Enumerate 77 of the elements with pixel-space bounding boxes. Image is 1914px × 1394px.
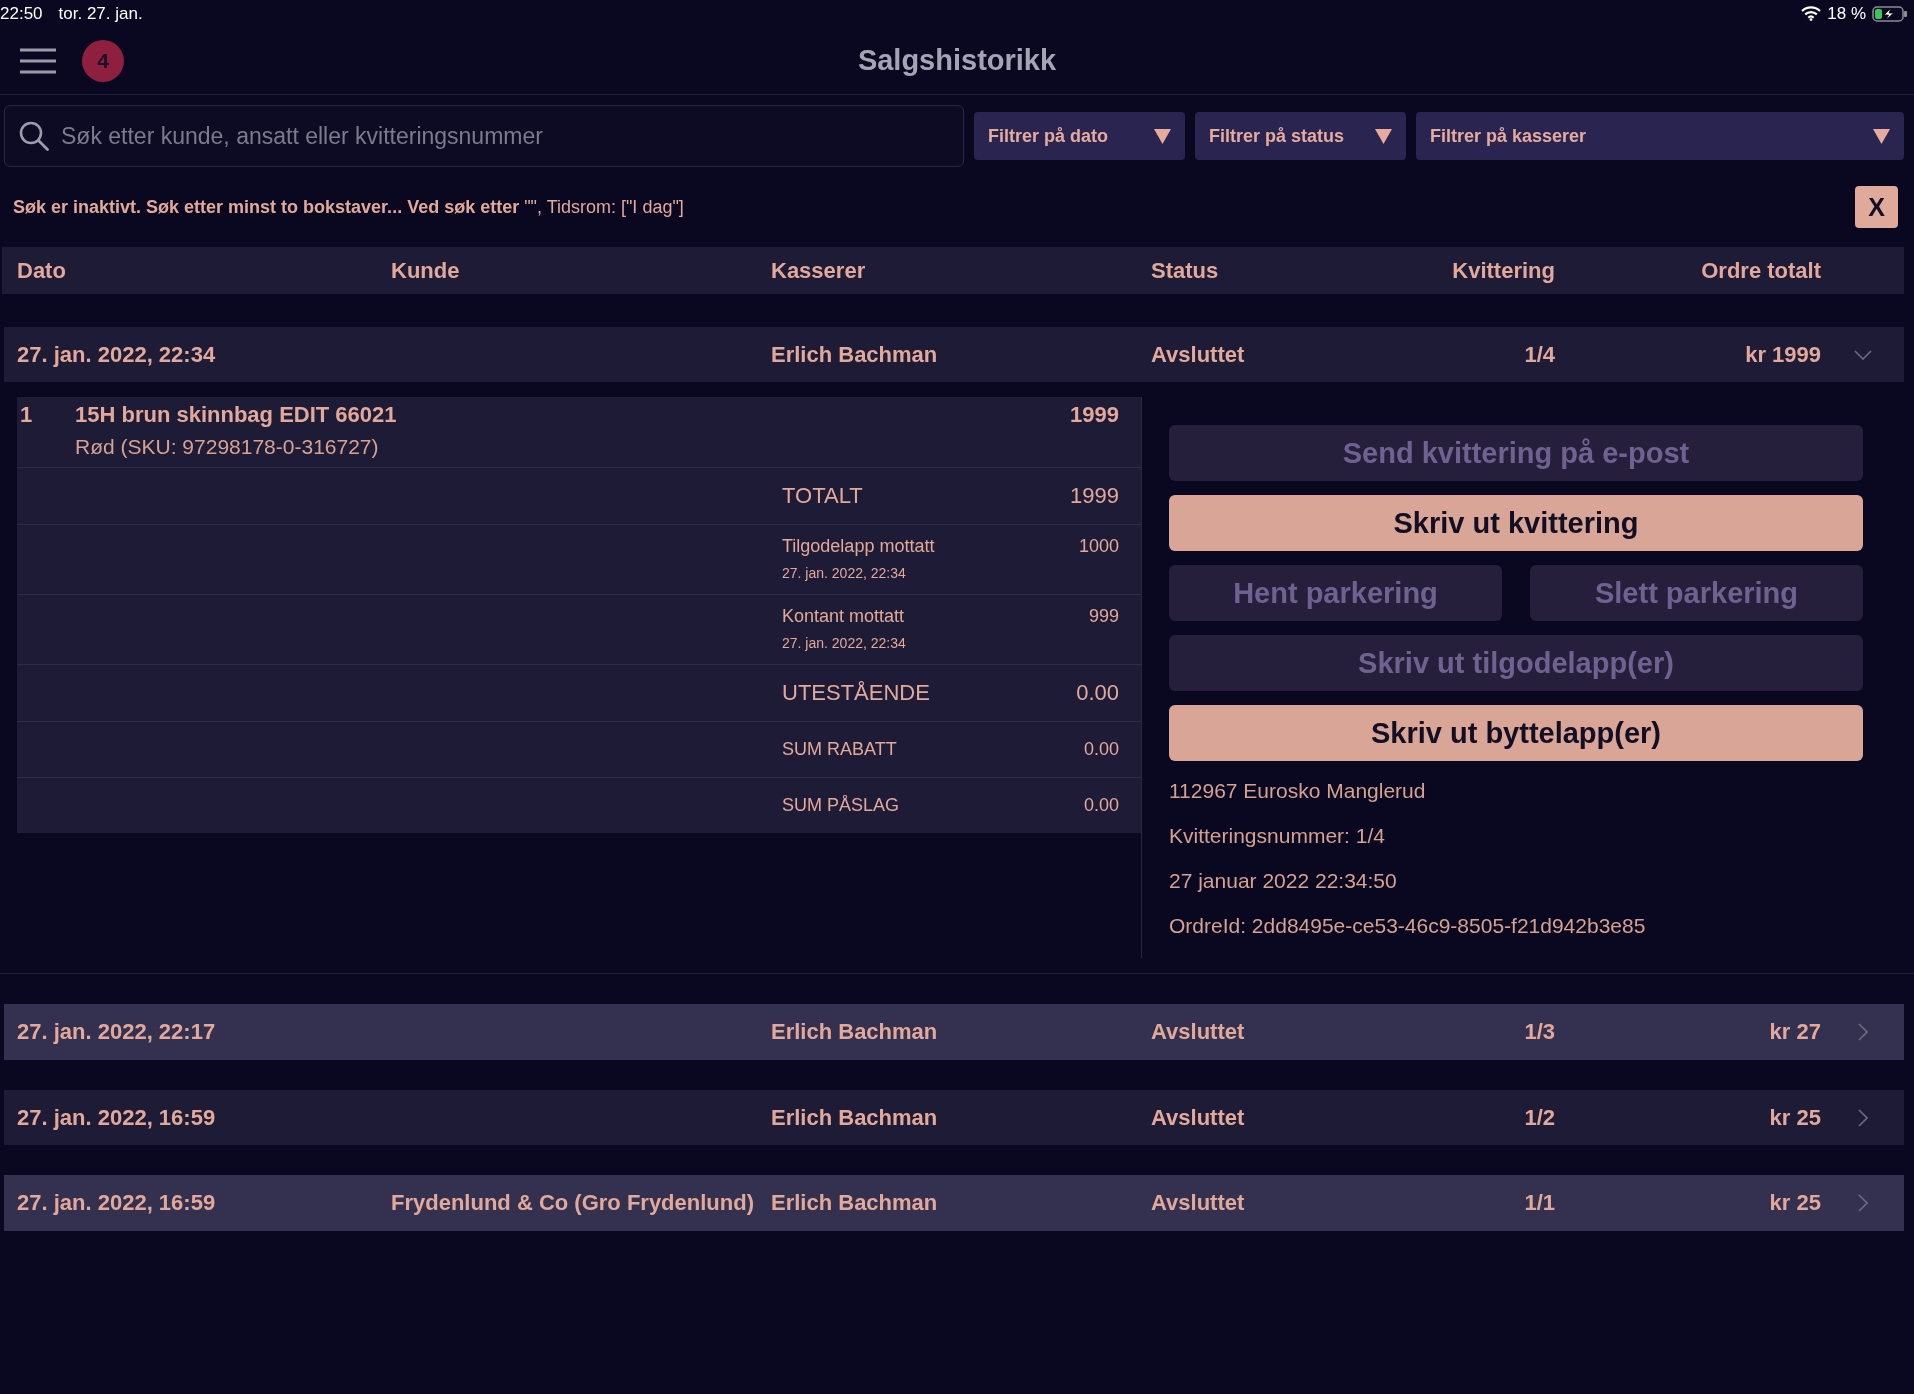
receipt-info-text: Kvitteringsnummer: 1/4 [1169, 823, 1386, 849]
summary-value: 999 [1088, 606, 1119, 627]
table-cell-text: Erlich Bachman [771, 341, 939, 368]
receipt-action-button[interactable]: Skriv ut byttelapp(er) [1169, 705, 1863, 761]
table-cell-text: 1/2 [1523, 1104, 1555, 1131]
item-quantity: 1 [20, 401, 34, 429]
battery-percentage: 18 % [1827, 3, 1866, 24]
close-button[interactable]: X [1855, 186, 1898, 228]
table-cell-text: kr 25 [1768, 1190, 1821, 1216]
chevron-right-icon[interactable] [1857, 1108, 1868, 1127]
receipt-info-text: 27 januar 2022 22:34:50 [1169, 868, 1398, 894]
summary-label: TOTALT [782, 483, 864, 509]
column-header: Ordre totalt [1700, 257, 1821, 284]
table-cell-text: Erlich Bachman [771, 1019, 939, 1045]
table-cell-text: 27. jan. 2022, 16:59 [17, 1190, 217, 1216]
table-cell-text: Avsluttet [1151, 1019, 1246, 1045]
table-row[interactable]: 27. jan. 2022, 16:59 Erlich Bachman Avsluttet 1/2 kr 25 [4, 1090, 1904, 1145]
column-header: Kvittering [1451, 257, 1555, 284]
filter-dropdown[interactable]: Filtrer på kasserer [1416, 112, 1904, 160]
payment-date: 27. jan. 2022, 22:34 [782, 635, 907, 651]
menu-icon[interactable] [20, 47, 56, 74]
chevron-right-icon[interactable] [1857, 1023, 1868, 1041]
column-header: Dato [17, 257, 67, 284]
summary-label: Tilgodelapp mottatt [782, 536, 936, 557]
table-row[interactable]: 27. jan. 2022, 22:17 Erlich Bachman Avsluttet 1/3 kr 27 [4, 1004, 1904, 1060]
search-icon [19, 121, 49, 151]
column-header: Kasserer [771, 257, 867, 284]
table-cell-text: kr 25 [1768, 1104, 1821, 1131]
summary-label: Kontant mottatt [782, 606, 906, 627]
table-cell-text: Erlich Bachman [771, 1104, 939, 1131]
summary-value: 1000 [1078, 536, 1119, 557]
payment-date: 27. jan. 2022, 22:34 [782, 565, 907, 581]
dropdown-triangle-icon [1154, 128, 1171, 144]
search-field[interactable]: Søk etter kunde, ansatt eller kvitteringsnummer [4, 105, 964, 167]
table-cell-text: Avsluttet [1151, 1104, 1246, 1131]
table-cell-text: 1/4 [1523, 341, 1555, 368]
status-time: 22:50 [0, 3, 43, 24]
receipt-action-button[interactable]: Skriv ut kvittering [1169, 495, 1863, 551]
table-cell-text: 27. jan. 2022, 16:59 [17, 1104, 217, 1131]
dropdown-triangle-icon [1873, 128, 1890, 144]
notification-badge: 4 [82, 39, 124, 82]
summary-value: 1999 [1070, 483, 1119, 509]
summary-value: 0.00 [1083, 795, 1119, 816]
summary-label: SUM PÅSLAG [782, 795, 901, 816]
table-cell-text: Erlich Bachman [771, 1190, 939, 1216]
table-cell-text: kr 27 [1768, 1019, 1821, 1045]
search-status-message: Søk er inaktivt. Søk etter minst to bokstaver... Ved søk etter "", Tidsrom: ["I dag"] [13, 196, 684, 218]
table-row[interactable]: 27. jan. 2022, 22:34 Erlich Bachman Avsluttet 1/4 kr 1999 [4, 327, 1904, 382]
table-cell-text: 1/1 [1523, 1190, 1555, 1216]
filter-dropdown[interactable]: Filtrer på dato [974, 112, 1185, 160]
table-cell-text: Avsluttet [1151, 341, 1246, 368]
summary-value: 0.00 [1076, 680, 1119, 706]
dropdown-triangle-icon [1375, 128, 1392, 144]
chevron-right-icon[interactable] [1857, 1194, 1868, 1212]
table-cell-text: 27. jan. 2022, 22:17 [17, 1019, 217, 1045]
status-date: tor. 27. jan. [58, 3, 143, 24]
table-cell-text: kr 1999 [1744, 341, 1821, 368]
summary-label: SUM RABATT [782, 739, 898, 760]
receipt-info-text: 112967 Eurosko Manglerud [1169, 778, 1427, 804]
table-cell-text: Frydenlund & Co (Gro Frydenlund) [391, 1190, 755, 1216]
item-variant: Rød (SKU: 97298178-0-316727) [75, 434, 380, 460]
chevron-down-icon[interactable] [1853, 349, 1872, 360]
table-cell-text: 27. jan. 2022, 22:34 [17, 341, 217, 368]
summary-label: UTESTÅENDE [782, 680, 931, 706]
table-row[interactable]: 27. jan. 2022, 16:59 Frydenlund & Co (Gro Frydenlund) Erlich Bachman Avsluttet 1/1 kr 25 [4, 1175, 1904, 1231]
summary-value: 0.00 [1083, 739, 1119, 760]
page-title: Salgshistorikk [857, 44, 1057, 77]
table-cell-text: 1/3 [1523, 1019, 1555, 1045]
column-header: Status [1151, 257, 1220, 284]
wifi-icon [1801, 6, 1822, 21]
item-price: 1999 [1070, 401, 1119, 429]
receipt-info-text: OrdreId: 2dd8495e-ce53-46c9-8505-f21d942b3e85 [1169, 913, 1647, 939]
battery-charging-icon [1872, 5, 1908, 22]
filter-dropdown[interactable]: Filtrer på status [1195, 112, 1406, 160]
column-header: Kunde [391, 257, 461, 284]
item-name: 15H brun skinnbag EDIT 66021 [75, 401, 398, 429]
table-cell-text: Avsluttet [1151, 1190, 1246, 1216]
